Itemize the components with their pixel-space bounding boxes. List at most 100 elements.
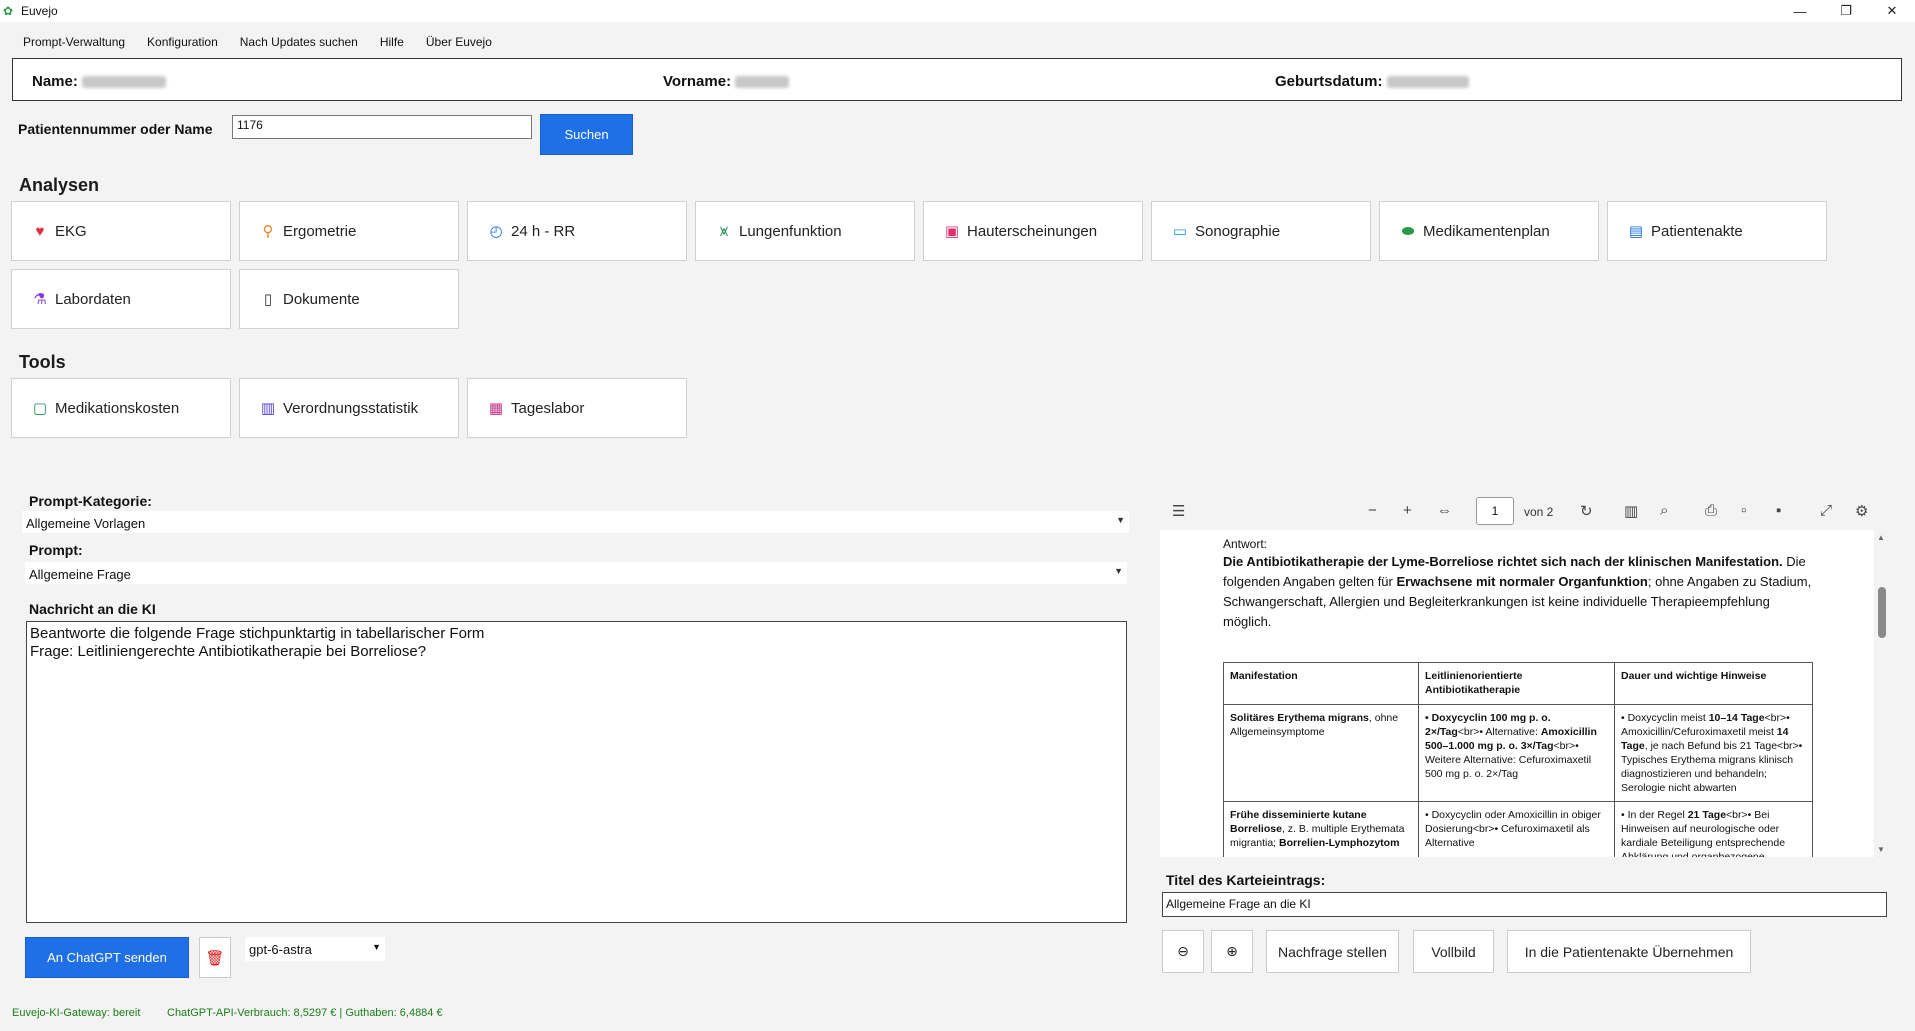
prompt-kategorie-value: Allgemeine Vorlagen	[26, 516, 146, 531]
tile-ergometrie[interactable]: ⚲ Ergometrie	[239, 201, 459, 261]
tile-verordnungsstatistik[interactable]: ▥ Verordnungsstatistik	[239, 378, 459, 438]
uebernehmen-button[interactable]: In die Patientenakte Übernehmen	[1507, 930, 1751, 973]
tile-hauterscheinungen[interactable]: ▣ Hauterscheinungen	[923, 201, 1143, 261]
menu-updates[interactable]: Nach Updates suchen	[229, 35, 369, 49]
restore-icon[interactable]: ❐	[1823, 0, 1869, 22]
kartei-title-input[interactable]: Allgemeine Frage an die KI	[1162, 892, 1887, 917]
geburtsdatum-value-redacted	[1386, 76, 1469, 89]
pdf-scrollbar[interactable]: ▲ ▼	[1874, 530, 1890, 857]
message-textarea[interactable]: Beantworte die folgende Frage stichpunkt…	[26, 621, 1127, 923]
clear-button[interactable]: 🗑	[199, 937, 231, 978]
settings-icon[interactable]: ⚙	[1855, 502, 1868, 520]
cell-text: <br>• Alternative:	[1457, 726, 1541, 738]
chevron-down-icon: ▼	[372, 942, 381, 952]
tile-tageslabor[interactable]: ▦ Tageslabor	[467, 378, 687, 438]
scroll-thumb[interactable]	[1878, 587, 1886, 638]
table-cell: • In der Regel 21 Tage<br>• Bei Hinweise…	[1614, 801, 1813, 857]
vollbild-button[interactable]: Vollbild	[1413, 930, 1494, 973]
vorname-value-redacted	[735, 76, 790, 89]
model-select[interactable]: gpt-6-astra ▼	[245, 937, 385, 961]
geburtsdatum-label: Geburtsdatum:	[1275, 73, 1383, 90]
calendar-icon: ▦	[488, 400, 504, 417]
tile-label: Dokumente	[283, 290, 360, 308]
tile-lungenfunktion[interactable]: ⩙ Lungenfunktion	[695, 201, 915, 261]
window-title: Euvejo	[21, 4, 58, 18]
pdf-text: Antwort: Die Antibiotikatherapie der Lym…	[1223, 536, 1813, 632]
table-header: Dauer und wichtige Hinweise	[1614, 662, 1813, 705]
tile-label: Medikationskosten	[55, 399, 180, 417]
gateway-status: Euvejo-KI-Gateway: bereit	[12, 1007, 141, 1019]
chevron-down-icon: ▼	[1116, 515, 1125, 525]
rotate-icon[interactable]: ↻	[1580, 502, 1593, 520]
document-search-icon: ▯	[263, 291, 273, 308]
usage-status: ChatGPT-API-Verbrauch: 8,5297 € | Guthab…	[167, 1007, 443, 1019]
title-bar: ✿ Euvejo — ❐ ✕	[0, 0, 1915, 22]
vorname-label: Vorname:	[663, 73, 732, 90]
table-row: Solitäres Erythema migrans, ohne Allgeme…	[1223, 704, 1813, 802]
fullscreen-icon[interactable]: ⤢	[1820, 502, 1832, 519]
skin-icon: ▣	[944, 223, 960, 240]
tile-labordaten[interactable]: ⚗ Labordaten	[11, 269, 231, 329]
scroll-down-icon[interactable]: ▼	[1877, 845, 1885, 854]
tile-ekg[interactable]: ♥ EKG	[11, 201, 231, 261]
bar-chart-icon: ▥	[260, 400, 276, 417]
patient-search-input[interactable]: 1176	[232, 115, 532, 139]
patient-vorname: Vorname:	[663, 73, 790, 90]
intro-bold: Die Antibiotikatherapie der Lyme-Borreli…	[1223, 554, 1783, 569]
scroll-up-icon[interactable]: ▲	[1877, 533, 1885, 542]
table-cell: Frühe disseminierte kutane Borreliose, z…	[1223, 801, 1419, 857]
save-icon[interactable]: ▫	[1741, 502, 1746, 519]
minimize-icon[interactable]: —	[1777, 0, 1823, 22]
heart-pulse-icon: ♥	[35, 222, 45, 240]
bicycle-icon: ⚲	[262, 223, 274, 240]
pdf-page-input[interactable]: 1	[1476, 497, 1514, 525]
send-to-chatgpt-button[interactable]: An ChatGPT senden	[25, 937, 189, 978]
tile-medikationskosten[interactable]: ▢ Medikationskosten	[11, 378, 231, 438]
menu-bar: Prompt-Verwaltung Konfiguration Nach Upd…	[0, 32, 503, 52]
tile-sonographie[interactable]: ▭ Sonographie	[1151, 201, 1371, 261]
outline-icon[interactable]: ☰	[1172, 502, 1185, 520]
close-icon[interactable]: ✕	[1869, 0, 1915, 22]
prompt-kategorie-dropdown[interactable]: Allgemeine Vorlagen ▼	[22, 511, 1129, 533]
zoom-in-icon[interactable]: +	[1403, 502, 1412, 519]
stopwatch-icon: ◴	[489, 223, 503, 240]
save-as-icon[interactable]: ▪	[1776, 502, 1781, 519]
menu-ueber[interactable]: Über Euvejo	[415, 35, 503, 49]
search-icon[interactable]: ⌕	[1660, 502, 1668, 519]
zoom-out-icon: ⊖	[1177, 943, 1189, 959]
menu-konfiguration[interactable]: Konfiguration	[136, 35, 229, 49]
patient-geburtsdatum: Geburtsdatum:	[1275, 73, 1469, 90]
tile-medikamentenplan[interactable]: ⬬ Medikamentenplan	[1379, 201, 1599, 261]
prompt-kategorie-label: Prompt-Kategorie:	[29, 493, 152, 509]
name-label: Name:	[32, 73, 78, 90]
fit-width-icon[interactable]: ⇔	[1437, 502, 1452, 519]
ultrasound-icon: ▭	[1172, 223, 1188, 240]
prompt-value: Allgemeine Frage	[29, 567, 131, 582]
tile-patientenakte[interactable]: ▤ Patientenakte	[1607, 201, 1827, 261]
nachfrage-button[interactable]: Nachfrage stellen	[1266, 930, 1399, 973]
table-header-row: Manifestation Leitlinienorientierte Anti…	[1223, 662, 1813, 705]
zoom-in-button[interactable]: ⊕	[1211, 930, 1253, 973]
tile-24h-rr[interactable]: ◴ 24 h - RR	[467, 201, 687, 261]
search-button[interactable]: Suchen	[540, 114, 633, 155]
zoom-out-button[interactable]: ⊖	[1162, 930, 1204, 973]
pill-icon: ⬬	[1401, 222, 1415, 240]
zoom-in-icon: ⊕	[1226, 943, 1238, 959]
cell-bold: Solitäres Erythema migrans	[1230, 712, 1369, 724]
cell-bold: 21 Tage	[1687, 809, 1727, 821]
chevron-down-icon: ▼	[1114, 566, 1123, 576]
zoom-out-icon[interactable]: −	[1368, 502, 1377, 519]
two-page-icon[interactable]: ▥	[1624, 502, 1638, 520]
cell-bold: 10–14 Tage	[1708, 712, 1765, 724]
tile-label: Lungenfunktion	[739, 222, 842, 240]
tile-dokumente[interactable]: ▯ Dokumente	[239, 269, 459, 329]
pdf-page-count: von 2	[1524, 505, 1554, 519]
pdf-viewer[interactable]: Antwort: Die Antibiotikatherapie der Lym…	[1160, 530, 1890, 857]
print-icon[interactable]: ⎙	[1705, 502, 1717, 519]
flask-icon: ⚗	[33, 291, 47, 308]
menu-prompt-verwaltung[interactable]: Prompt-Verwaltung	[0, 35, 136, 49]
menu-hilfe[interactable]: Hilfe	[369, 35, 415, 49]
analysen-title: Analysen	[19, 175, 100, 195]
antwort-label: Antwort:	[1223, 537, 1268, 551]
prompt-dropdown[interactable]: Allgemeine Frage ▼	[25, 562, 1127, 584]
